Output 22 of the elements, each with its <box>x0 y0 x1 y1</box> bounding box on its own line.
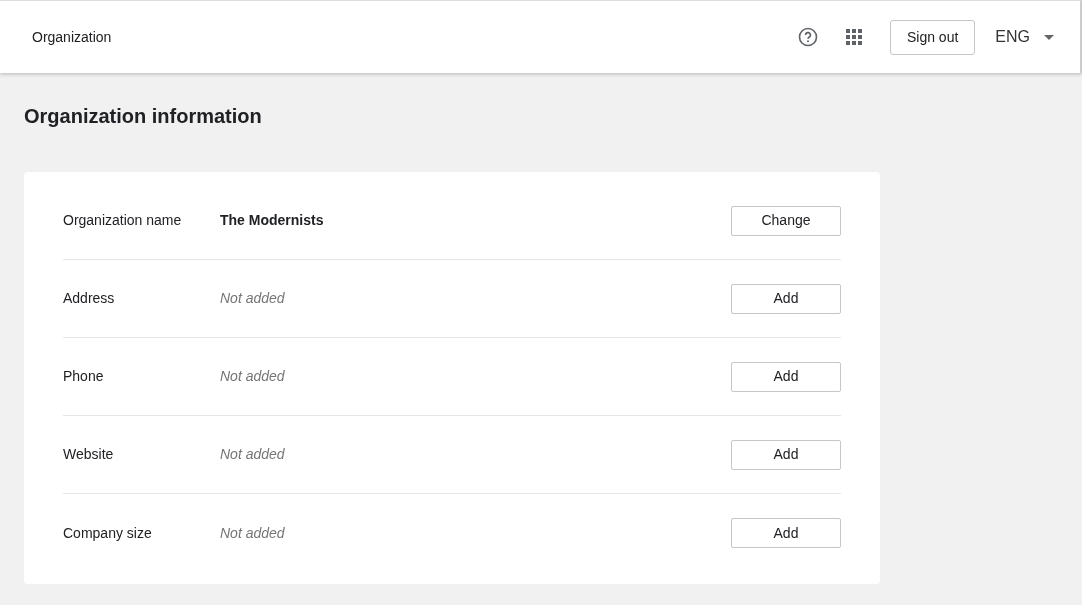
add-button[interactable]: Add <box>731 518 841 548</box>
field-value: The Modernists <box>220 211 325 230</box>
empty-value-text: Not added <box>220 445 286 464</box>
sign-out-button[interactable]: Sign out <box>889 19 976 55</box>
app-title: Organization <box>32 27 112 47</box>
empty-value-text: Not added <box>220 367 286 386</box>
empty-value-text: Not added <box>220 289 286 308</box>
add-button[interactable]: Add <box>731 283 841 314</box>
page-title: Organization information <box>24 104 263 129</box>
empty-value-text: Not added <box>220 523 286 543</box>
field-label: Company size <box>63 523 153 543</box>
change-button[interactable]: Change <box>731 205 841 236</box>
help-icon[interactable] <box>797 27 818 47</box>
caret-icon <box>1044 34 1054 40</box>
field-label: Address <box>63 289 116 308</box>
field-label: Phone <box>63 367 105 386</box>
add-button[interactable]: Add <box>731 361 841 392</box>
field-label: Organization name <box>63 211 183 230</box>
add-button[interactable]: Add <box>731 439 841 470</box>
language-selector[interactable]: ENG <box>989 24 1060 50</box>
field-label: Website <box>63 445 115 464</box>
apps-grid-icon[interactable] <box>845 29 862 45</box>
